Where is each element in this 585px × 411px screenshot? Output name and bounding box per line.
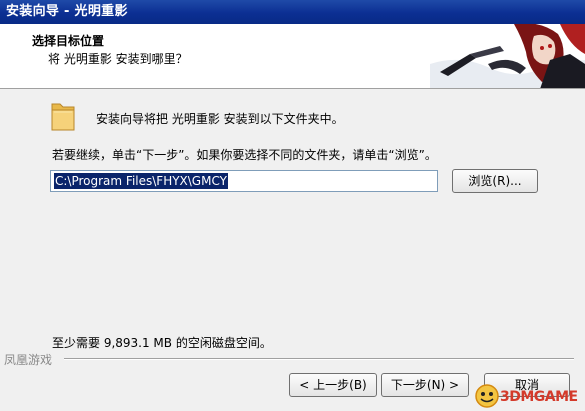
install-path-input[interactable]: C:\Program Files\FHYX\GMCY <box>50 170 438 192</box>
brand-label: 凤凰游戏 <box>4 351 55 368</box>
install-path-value: C:\Program Files\FHYX\GMCY <box>54 173 228 189</box>
header-subtitle: 将 光明重影 安装到哪里？ <box>48 52 188 66</box>
watermark-text: 3DMGAME <box>500 389 578 405</box>
window-title: 安装向导 - 光明重影 <box>0 0 585 24</box>
install-intro-text: 安装向导将把 光明重影 安装到以下文件夹中。 <box>96 112 344 126</box>
continue-hint-text: 若要继续，单击“下一步”。如果你要选择不同的文件夹，请单击“浏览”。 <box>52 148 437 162</box>
character-banner-image <box>430 24 585 88</box>
folder-icon <box>51 103 75 131</box>
browse-button[interactable]: 浏览(R)... <box>452 169 538 193</box>
next-button[interactable]: 下一步(N) > <box>381 373 469 397</box>
wizard-header: 选择目标位置 将 光明重影 安装到哪里？ <box>0 24 585 89</box>
back-button[interactable]: < 上一步(B) <box>289 373 377 397</box>
header-title: 选择目标位置 <box>32 34 105 48</box>
disk-space-text: 至少需要 9,893.1 MB 的空闲磁盘空间。 <box>52 336 272 350</box>
footer-separator <box>64 358 574 360</box>
